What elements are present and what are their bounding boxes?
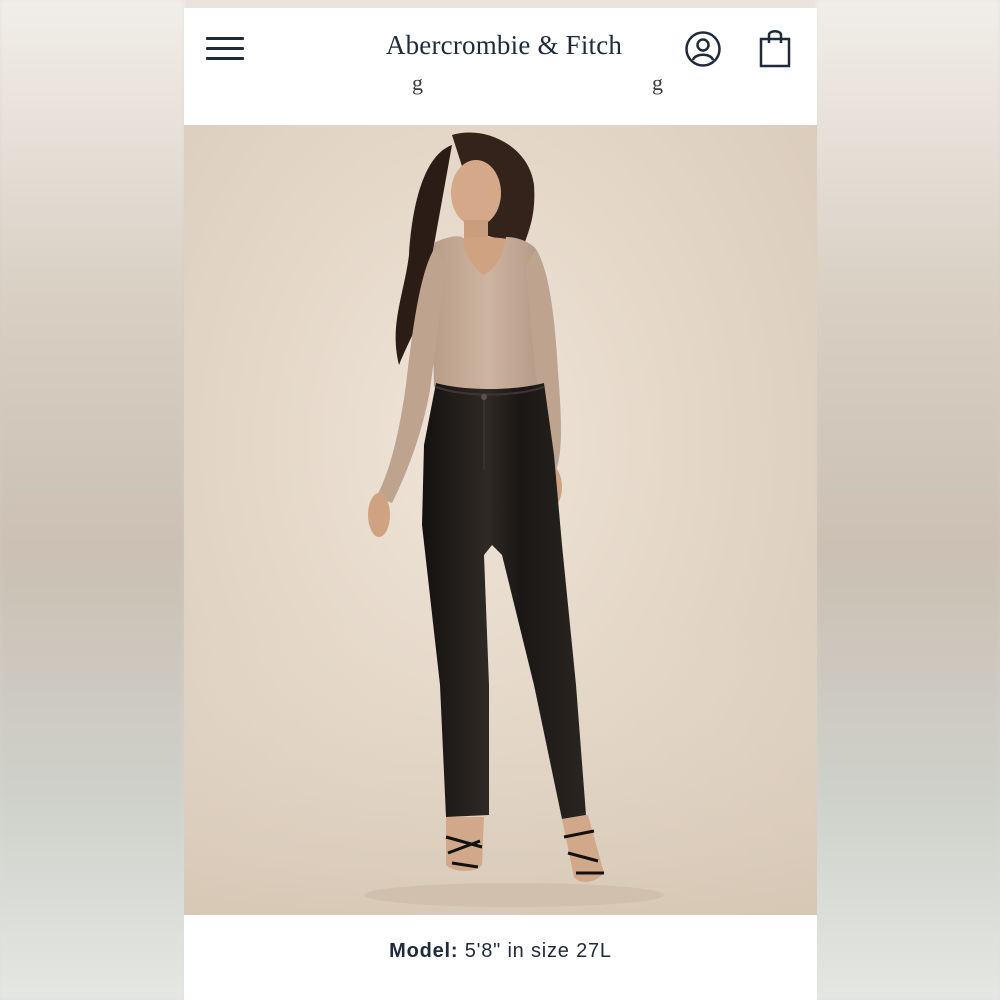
- product-photo[interactable]: [184, 125, 817, 915]
- shopping-bag-button[interactable]: [758, 26, 792, 68]
- text-fragment: g: [412, 78, 423, 95]
- model-photo: [184, 132, 817, 915]
- model-size-caption: Model: 5'8" in size 27L: [184, 940, 817, 963]
- background-blur-right: [816, 0, 1000, 1000]
- caption-label: Model:: [389, 940, 459, 962]
- site-header: Abercrombie & Fitch g g: [184, 8, 817, 125]
- background-blur-left: [0, 0, 184, 1000]
- scrolled-text-fragment: g g: [184, 78, 817, 98]
- menu-button[interactable]: [206, 32, 246, 64]
- menu-line: [206, 57, 244, 60]
- user-account-icon: [685, 31, 721, 67]
- caption-value: 5'8" in size 27L: [464, 940, 612, 962]
- brand-logo[interactable]: Abercrombie & Fitch: [364, 30, 644, 61]
- account-button[interactable]: [684, 30, 722, 68]
- menu-line: [206, 37, 244, 40]
- mobile-screen: Abercrombie & Fitch g g Model: 5'8" in s…: [184, 8, 817, 1000]
- shopping-bag-icon: [759, 30, 791, 68]
- menu-line: [206, 47, 244, 50]
- text-fragment: g: [652, 78, 663, 95]
